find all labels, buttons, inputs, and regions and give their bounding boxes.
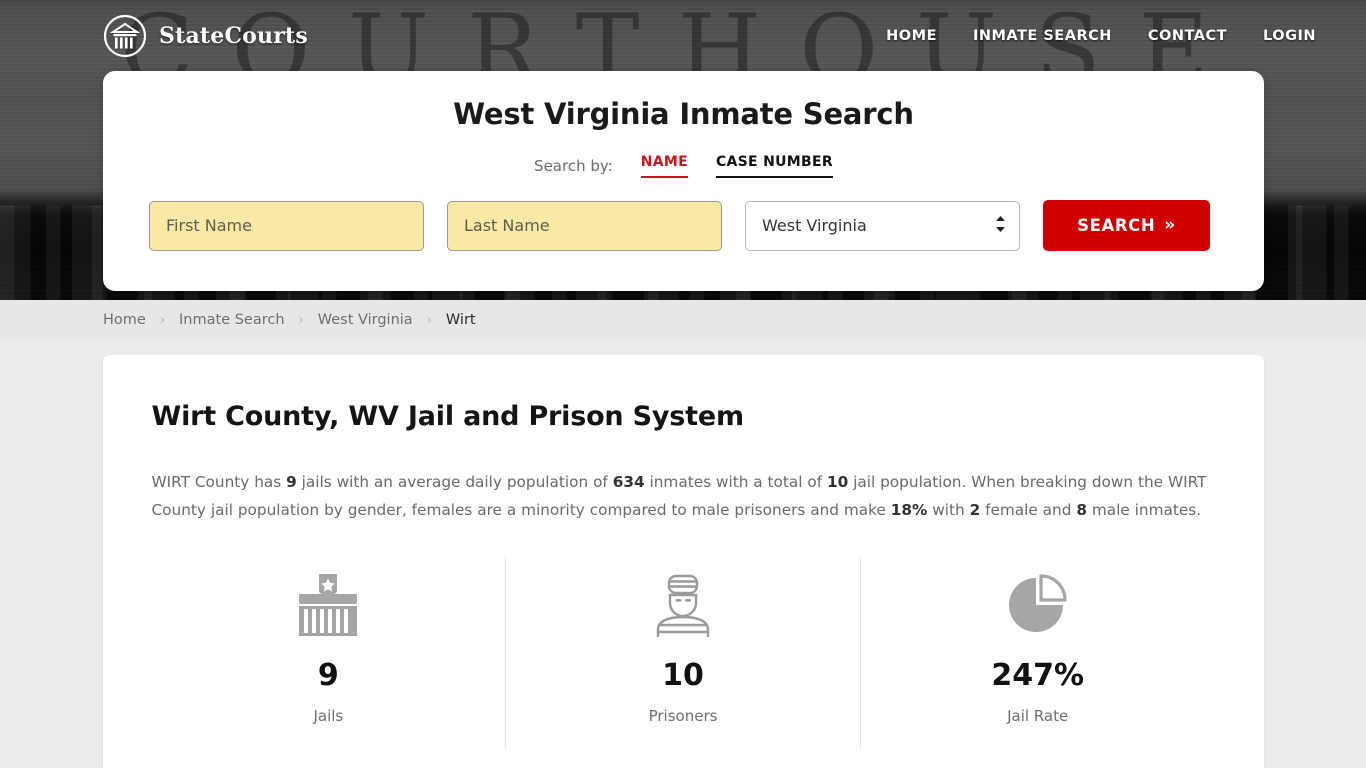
breadcrumb-item-home[interactable]: Home: [103, 312, 146, 328]
nav-item-login[interactable]: LOGIN: [1263, 28, 1316, 44]
summary-female-pct-value: 18%: [890, 501, 928, 519]
breadcrumb-separator-icon: ›: [298, 312, 304, 328]
hero-section: COURTHOUSE StateCourts HOME INMATE SEARC…: [0, 0, 1366, 300]
search-button[interactable]: SEARCH »: [1043, 200, 1210, 251]
stat-jail-rate: 247% Jail Rate: [859, 557, 1215, 749]
state-select[interactable]: West Virginia: [745, 200, 1020, 251]
stat-value-jails: 9: [317, 658, 339, 693]
stat-jails: 9 Jails: [152, 557, 506, 749]
search-by-label: Search by:: [534, 157, 613, 175]
summary-jails-value: 9: [286, 473, 297, 491]
summary-text: female and: [980, 501, 1077, 519]
search-form: West Virginia SEARCH »: [149, 200, 1218, 251]
state-select-wrapper: West Virginia: [745, 200, 1020, 251]
stat-label-jail-rate: Jail Rate: [1007, 707, 1069, 725]
breadcrumb-item-current: Wirt: [445, 312, 476, 328]
prisoner-icon: [653, 569, 713, 641]
summary-total-value: 10: [826, 473, 849, 491]
jail-building-icon: [297, 569, 359, 641]
stat-label-jails: Jails: [313, 707, 344, 725]
inmate-search-card: West Virginia Inmate Search Search by: N…: [103, 71, 1264, 291]
breadcrumb-item-west-virginia[interactable]: West Virginia: [318, 312, 413, 328]
tab-case-number[interactable]: CASE NUMBER: [715, 154, 833, 178]
brand-logo[interactable]: StateCourts: [103, 14, 308, 58]
summary-text: male inmates.: [1086, 501, 1202, 519]
search-button-label: SEARCH: [1077, 216, 1156, 235]
top-navigation-bar: StateCourts HOME INMATE SEARCH CONTACT L…: [0, 0, 1366, 72]
summary-text: jails with an average daily population o…: [296, 473, 613, 491]
page-body: Wirt County, WV Jail and Prison System W…: [0, 340, 1366, 768]
courthouse-circle-icon: [103, 14, 147, 58]
last-name-input[interactable]: [447, 200, 722, 251]
summary-text: inmates with a total of: [644, 473, 827, 491]
breadcrumb-separator-icon: ›: [426, 312, 432, 328]
stat-label-prisoners: Prisoners: [648, 707, 718, 725]
summary-text: WIRT County has: [151, 473, 287, 491]
stats-row: 9 Jails 10 Prisoners 247% Jail Rate: [152, 557, 1215, 749]
nav-item-home[interactable]: HOME: [886, 28, 937, 44]
breadcrumb: Home › Inmate Search › West Virginia › W…: [0, 300, 1366, 340]
search-card-title: West Virginia Inmate Search: [453, 97, 914, 131]
summary-male-value: 8: [1076, 501, 1087, 519]
breadcrumb-separator-icon: ›: [159, 312, 166, 328]
nav-item-inmate-search[interactable]: INMATE SEARCH: [973, 28, 1112, 44]
summary-text: with: [927, 501, 970, 519]
stat-prisoners: 10 Prisoners: [505, 557, 860, 749]
brand-name-text: StateCourts: [159, 23, 308, 49]
first-name-input[interactable]: [149, 200, 424, 251]
nav-item-contact[interactable]: CONTACT: [1148, 28, 1227, 44]
county-summary-paragraph: WIRT County has 9 jails with an average …: [152, 468, 1215, 524]
breadcrumb-item-inmate-search[interactable]: Inmate Search: [179, 312, 285, 328]
main-nav: HOME INMATE SEARCH CONTACT LOGIN: [886, 28, 1336, 44]
summary-female-value: 2: [969, 501, 981, 519]
stat-value-jail-rate: 247%: [991, 658, 1085, 693]
page-title: Wirt County, WV Jail and Prison System: [151, 401, 745, 432]
search-by-row: Search by: NAME CASE NUMBER: [149, 154, 1218, 178]
stat-value-prisoners: 10: [662, 658, 704, 693]
summary-adp-value: 634: [612, 473, 645, 491]
county-content-card: Wirt County, WV Jail and Prison System W…: [102, 355, 1264, 768]
double-chevron-right-icon: »: [1164, 215, 1176, 235]
pie-chart-icon: [1005, 569, 1071, 641]
tab-name[interactable]: NAME: [640, 154, 688, 178]
